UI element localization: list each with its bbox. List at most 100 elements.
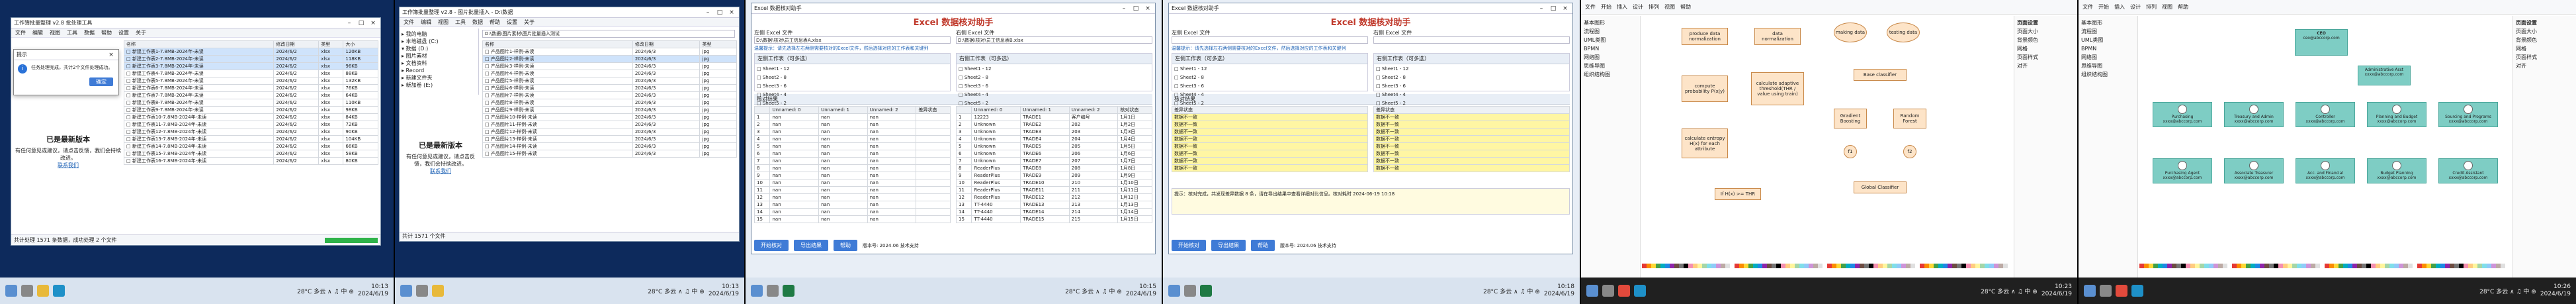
- toolbar-item[interactable]: 视图: [2162, 3, 2172, 11]
- color-swatch[interactable]: [1762, 264, 1767, 268]
- table-row[interactable]: 9 nan nan nan: [753, 172, 951, 179]
- tree-item[interactable]: ▸ 图片素材: [402, 52, 476, 60]
- table-row[interactable]: □ 产品图片1-样例-未读 2024/6/3 jpg: [482, 48, 737, 56]
- library-item[interactable]: 网络图: [1584, 53, 1637, 62]
- start-icon[interactable]: [1168, 285, 1180, 297]
- search-icon[interactable]: [416, 285, 428, 297]
- sheet-item[interactable]: □ Sheet1 - 12: [1376, 65, 1567, 74]
- color-swatch[interactable]: [2269, 264, 2274, 268]
- clock[interactable]: 10:26 2024/6/19: [2540, 283, 2571, 298]
- sheet-item[interactable]: □ Sheet4 - 4: [1376, 91, 1567, 99]
- color-swatch[interactable]: [1688, 264, 1693, 268]
- color-swatch[interactable]: [2417, 264, 2422, 268]
- column-header[interactable]: 大小: [343, 40, 378, 48]
- table-row[interactable]: 数据不一致: [1172, 157, 1368, 165]
- sheet-item[interactable]: □ Sheet3 - 6: [959, 82, 1150, 91]
- color-swatch[interactable]: [1998, 264, 2003, 268]
- table-row[interactable]: □ 新建工作表4-7.8MB-2024年-未读 2024/6/2 xlsx 88KB: [123, 70, 378, 77]
- color-swatch[interactable]: [2306, 264, 2311, 268]
- color-swatch[interactable]: [1711, 264, 1716, 268]
- table-row[interactable]: □ 新建工作表10-7.8MB-2024年-未读 2024/6/2 xlsx 84KB: [123, 113, 378, 121]
- color-swatch[interactable]: [2320, 264, 2325, 268]
- table-row[interactable]: □ 产品图片6-样例-未读 2024/6/3 jpg: [482, 84, 737, 92]
- color-swatch[interactable]: [2468, 264, 2473, 268]
- left-file-input[interactable]: [1172, 36, 1368, 44]
- dialog-ok-button[interactable]: 确定: [89, 77, 113, 86]
- start-icon[interactable]: [400, 285, 412, 297]
- table-row[interactable]: 数据不一致: [1172, 113, 1368, 121]
- maximize-button[interactable]: □: [357, 20, 366, 26]
- color-swatch[interactable]: [2163, 264, 2167, 268]
- table-row[interactable]: 数据不一致: [1172, 164, 1368, 172]
- color-swatch[interactable]: [2477, 264, 2482, 268]
- sheet-item[interactable]: □ Sheet1 - 12: [959, 65, 1150, 74]
- color-swatch[interactable]: [2172, 264, 2176, 268]
- color-swatch[interactable]: [1725, 264, 1730, 268]
- menu-item[interactable]: 工具: [67, 29, 77, 36]
- table-row[interactable]: 13 TT-4440 TRADE13 213 1月13日: [955, 201, 1152, 209]
- maximize-button[interactable]: □: [715, 9, 724, 16]
- table-row[interactable]: 9 ReaderPlus TRADE9 209 1月9日: [955, 172, 1152, 179]
- search-icon[interactable]: [1184, 285, 1196, 297]
- color-swatch[interactable]: [2176, 264, 2181, 268]
- column-header[interactable]: 修改日期: [273, 40, 320, 48]
- node-compute[interactable]: compute probability P(x|y): [1682, 76, 1728, 102]
- color-swatch[interactable]: [2255, 264, 2260, 268]
- color-swatch[interactable]: [1790, 264, 1795, 268]
- color-swatch[interactable]: [1846, 264, 1850, 268]
- sheet-item[interactable]: □ Sheet4 - 4: [1174, 91, 1365, 99]
- color-swatch[interactable]: [2436, 264, 2440, 268]
- node-base-classifier[interactable]: Base classifier: [1854, 69, 1907, 81]
- color-swatch[interactable]: [2348, 264, 2352, 268]
- color-swatch[interactable]: [2213, 264, 2218, 268]
- color-swatch[interactable]: [1716, 264, 1721, 268]
- color-swatch[interactable]: [2301, 264, 2306, 268]
- color-swatch[interactable]: [2274, 264, 2278, 268]
- color-swatch[interactable]: [2311, 264, 2315, 268]
- column-header[interactable]: 修改日期: [632, 40, 701, 48]
- tree-item[interactable]: ▸ 我的电脑: [402, 30, 476, 38]
- toolbar-item[interactable]: 排列: [1649, 3, 1659, 11]
- table-row[interactable]: 数据不一致: [1172, 150, 1368, 158]
- color-swatch[interactable]: [1832, 264, 1836, 268]
- color-swatch[interactable]: [2491, 264, 2496, 268]
- color-swatch[interactable]: [1855, 264, 1860, 268]
- property-item[interactable]: 对齐: [2017, 62, 2075, 70]
- color-swatch[interactable]: [1897, 264, 1901, 268]
- table-row[interactable]: □ 产品图片7-样例-未读 2024/6/3 jpg: [482, 91, 737, 99]
- system-tray[interactable]: 28°C 多云 ∧ ♫ 中 ⊕: [1065, 287, 1122, 295]
- color-swatch[interactable]: [2237, 264, 2241, 268]
- color-swatch[interactable]: [2139, 264, 2144, 268]
- library-item[interactable]: UML类图: [1584, 36, 1637, 44]
- toolbar-item[interactable]: 插入: [1617, 3, 1627, 11]
- color-swatch[interactable]: [2380, 264, 2385, 268]
- property-item[interactable]: 网格: [2017, 44, 2075, 53]
- close-button[interactable]: ×: [1143, 5, 1152, 12]
- column-header[interactable]: Unnamed: 1: [818, 106, 868, 114]
- property-item[interactable]: 背景颜色: [2516, 36, 2573, 44]
- sheet-item[interactable]: □ Sheet2 - 8: [1174, 74, 1365, 82]
- org-box[interactable]: Purchasing Agent xxxx@abccorp.com: [2153, 158, 2212, 183]
- property-item[interactable]: 网格: [2516, 44, 2573, 53]
- table-row[interactable]: 11 nan nan nan: [753, 186, 951, 194]
- menu-item[interactable]: 帮助: [101, 29, 112, 36]
- color-swatch[interactable]: [1915, 264, 1920, 268]
- color-swatch[interactable]: [2487, 264, 2491, 268]
- color-swatch[interactable]: [2403, 264, 2408, 268]
- toolbar-item[interactable]: 视图: [1664, 3, 1675, 11]
- excel-icon[interactable]: [783, 285, 794, 297]
- menu-item[interactable]: 工具: [455, 19, 466, 26]
- table-row[interactable]: 数据不一致: [1373, 128, 1570, 136]
- table-row[interactable]: □ 新建工作表1-7.8MB-2024年-未读 2024/6/2 xlsx 120KB: [123, 48, 378, 56]
- table-row[interactable]: 10 nan nan nan: [753, 179, 951, 187]
- sheet-item[interactable]: □ Sheet1 - 12: [757, 65, 948, 74]
- table-row[interactable]: 12 ReaderPlus TRADE12 212 1月12日: [955, 193, 1152, 201]
- library-item[interactable]: 流程图: [1584, 27, 1637, 36]
- table-row[interactable]: □ 产品图片12-样例-未读 2024/6/3 jpg: [482, 128, 737, 136]
- toolbar-item[interactable]: 文件: [2082, 3, 2093, 11]
- table-row[interactable]: 7 Unknown TRADE7 207 1月7日: [955, 157, 1152, 165]
- org-box[interactable]: Controller xxxx@abccorp.com: [2296, 102, 2355, 127]
- column-header[interactable]: 名称: [123, 40, 275, 48]
- table-row[interactable]: 15 nan nan nan: [753, 215, 951, 223]
- contact-link[interactable]: 联系我们: [58, 162, 79, 168]
